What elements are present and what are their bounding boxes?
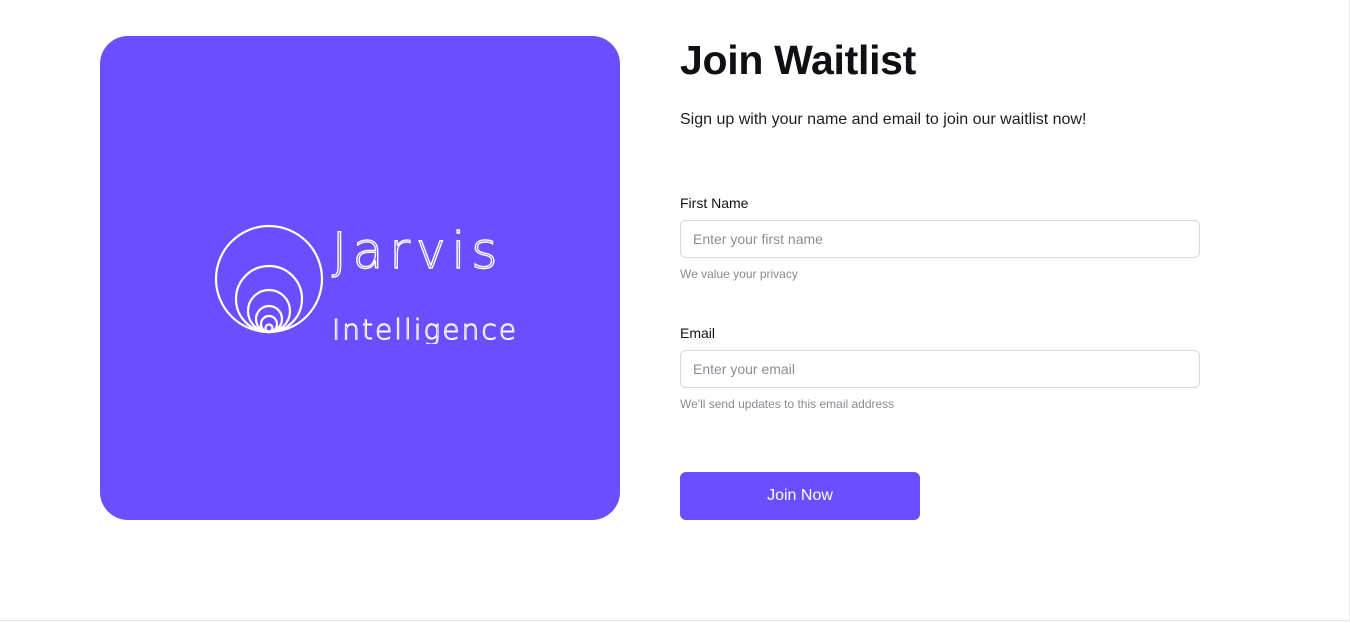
concentric-circles-logo-icon — [214, 224, 324, 334]
email-hint: We'll send updates to this email address — [680, 397, 895, 411]
waitlist-form: Join Waitlist Sign up with your name and… — [680, 36, 1200, 520]
email-label: Email — [680, 325, 716, 341]
join-now-button[interactable]: Join Now — [680, 472, 920, 520]
first-name-label: First Name — [680, 195, 749, 211]
brand-card: Jarvis Intelligence — [100, 36, 620, 520]
brand-name: Jarvis — [332, 222, 503, 280]
email-input[interactable] — [680, 350, 1200, 388]
first-name-hint: We value your privacy — [680, 267, 798, 281]
brand-wordmark: Jarvis Intelligence — [331, 221, 518, 344]
bottom-divider — [0, 620, 1350, 621]
brand-tagline: Intelligence — [332, 313, 518, 344]
waitlist-page: Jarvis Intelligence Join Waitlist Sign u… — [0, 0, 1350, 623]
page-title: Join Waitlist — [680, 37, 917, 83]
first-name-input[interactable] — [680, 220, 1200, 258]
page-subtitle: Sign up with your name and email to join… — [680, 111, 1087, 128]
